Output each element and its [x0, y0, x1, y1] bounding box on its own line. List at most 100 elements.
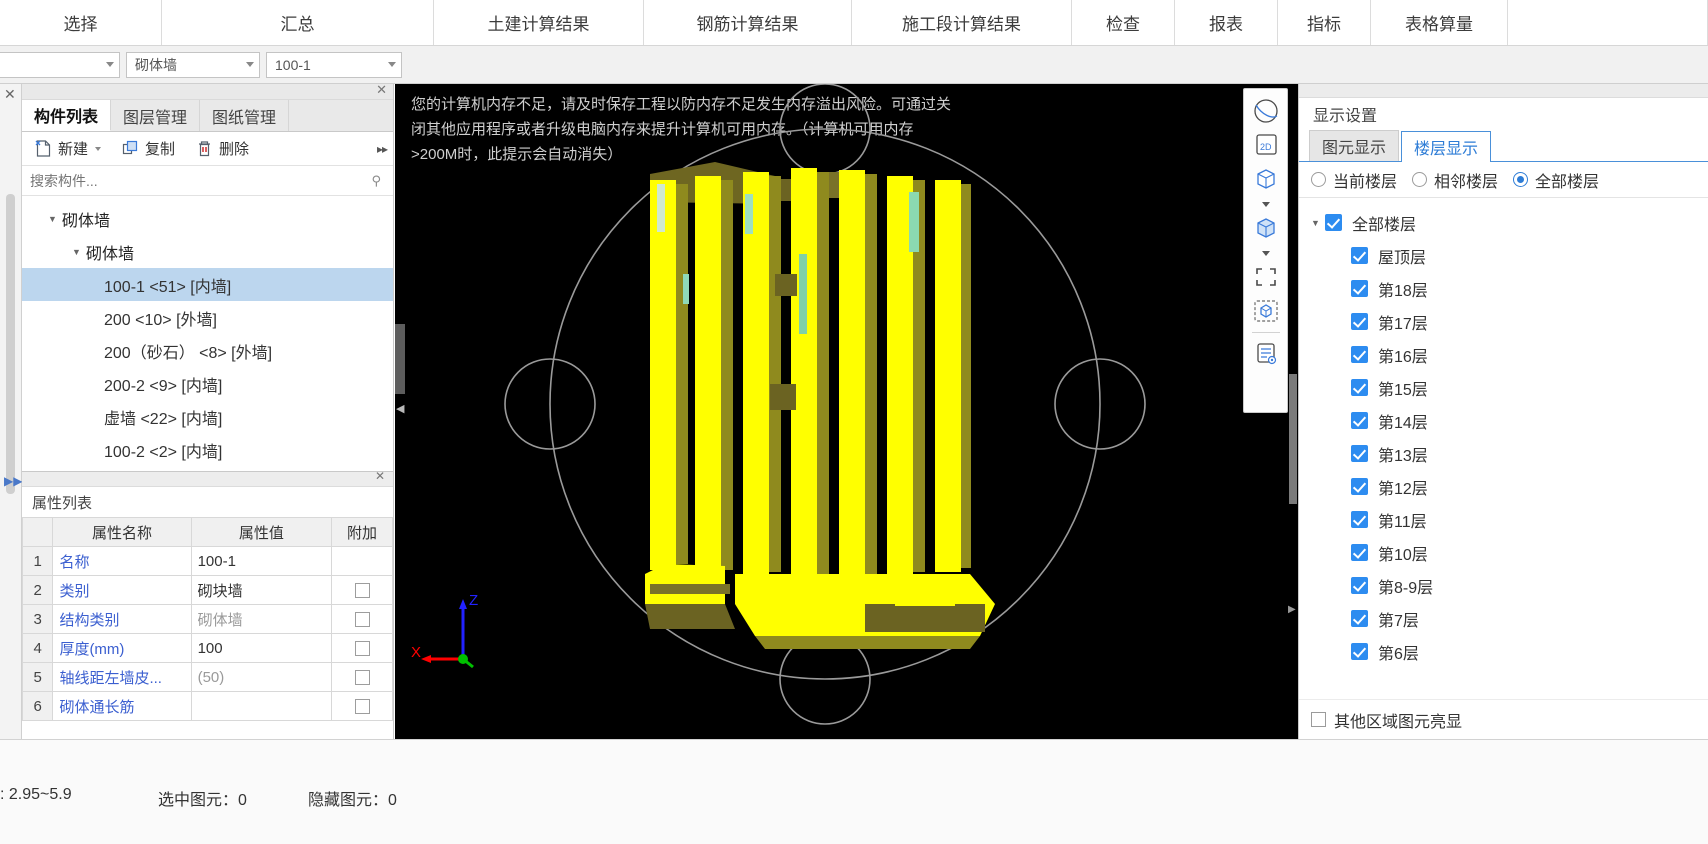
floor-row[interactable]: 屋顶层	[1299, 239, 1708, 272]
isolate-element-icon[interactable]	[1249, 295, 1283, 327]
radio-floor-scope-2[interactable]	[1412, 172, 1428, 187]
checkbox-floor[interactable]	[1351, 643, 1368, 660]
checkbox-highlight-other[interactable]	[1311, 712, 1326, 727]
tree-item[interactable]: 200（砂石） <8> [外墙]	[22, 334, 393, 367]
floor-row[interactable]: 第10层	[1299, 536, 1708, 569]
property-value[interactable]: 砌体墙	[190, 604, 333, 634]
ribbon-tab-6[interactable]: 检查	[1072, 0, 1175, 45]
tree-root-node[interactable]: ▼ 砌体墙	[22, 202, 393, 235]
property-attach-cell[interactable]	[331, 604, 393, 634]
orbit-icon[interactable]	[1249, 95, 1283, 127]
checkbox-floor[interactable]	[1351, 313, 1368, 330]
tree-item[interactable]: 200 <10> [外墙]	[22, 301, 393, 334]
chevron-down-icon[interactable]	[95, 146, 102, 151]
property-row[interactable]: 1 名称 100-1	[22, 546, 393, 576]
copy-component-button[interactable]: 复制	[117, 136, 179, 161]
floor-row[interactable]: 第16层	[1299, 338, 1708, 371]
chevron-down-icon-2[interactable]	[1249, 246, 1283, 259]
checkbox-attach[interactable]	[354, 699, 370, 715]
close-icon[interactable]: ✕	[376, 82, 387, 98]
property-attach-cell[interactable]	[331, 691, 393, 721]
chevron-down-icon[interactable]: ▼	[1311, 218, 1325, 228]
left-tab-3[interactable]: 图纸管理	[200, 100, 290, 131]
floor-row[interactable]: 第14层	[1299, 404, 1708, 437]
chevron-down-icon[interactable]	[1249, 197, 1283, 210]
ribbon-tab-1[interactable]: 选择	[0, 0, 162, 45]
display-tab-1[interactable]: 图元显示	[1309, 130, 1400, 161]
ribbon-tab-2[interactable]: 汇总	[162, 0, 434, 45]
ribbon-tab-10[interactable]	[1508, 0, 1708, 45]
toolbar-overflow-icon[interactable]: ▸▸	[377, 142, 388, 156]
viewport-left-scrollbar[interactable]	[395, 324, 405, 394]
view-3d-icon[interactable]	[1249, 163, 1283, 195]
chevron-down-icon[interactable]: ▼	[72, 247, 86, 257]
highlight-other-area-row[interactable]: 其他区域图元亮显	[1299, 699, 1708, 739]
checkbox-floor[interactable]	[1351, 412, 1368, 429]
chevron-down-icon[interactable]	[246, 62, 254, 67]
tree-item[interactable]: 100-1 <51> [内墙]	[22, 268, 393, 301]
property-row[interactable]: 4 厚度(mm) 100	[22, 633, 393, 663]
floor-root-row[interactable]: ▼ 全部楼层	[1299, 206, 1708, 239]
property-row[interactable]: 3 结构类别 砌体墙	[22, 604, 393, 634]
floor-row[interactable]: 第17层	[1299, 305, 1708, 338]
property-attach-cell[interactable]	[331, 546, 393, 576]
left-tab-2[interactable]: 图层管理	[111, 100, 201, 131]
ribbon-tab-9[interactable]: 表格算量	[1371, 0, 1508, 45]
delete-component-button[interactable]: 删除	[191, 136, 253, 161]
tree-item[interactable]: 100-2 <2> [内墙]	[22, 433, 393, 466]
checkbox-attach[interactable]	[354, 670, 370, 686]
collapse-left-icon[interactable]: ◀	[396, 402, 404, 415]
ribbon-tab-4[interactable]: 钢筋计算结果	[644, 0, 852, 45]
floor-row[interactable]: 第13层	[1299, 437, 1708, 470]
checkbox-attach[interactable]	[354, 583, 370, 599]
property-value[interactable]: (50)	[190, 662, 333, 692]
ribbon-tab-5[interactable]: 施工段计算结果	[852, 0, 1072, 45]
checkbox-floor[interactable]	[1351, 610, 1368, 627]
floor-row[interactable]: 第11层	[1299, 503, 1708, 536]
floor-row[interactable]: 第18层	[1299, 272, 1708, 305]
crop-region-icon[interactable]	[1249, 261, 1283, 293]
checkbox-floor[interactable]	[1351, 379, 1368, 396]
expand-right-icon[interactable]: ▶▶	[4, 474, 22, 488]
checkbox-floor[interactable]	[1351, 280, 1368, 297]
left-tab-1[interactable]: 构件列表	[22, 100, 112, 131]
ribbon-tab-3[interactable]: 土建计算结果	[434, 0, 644, 45]
radio-floor-scope-3[interactable]	[1513, 172, 1529, 187]
property-row[interactable]: 6 砌体通长筋	[22, 691, 393, 721]
checkbox-floor[interactable]	[1351, 247, 1368, 264]
chevron-down-icon[interactable]: ▼	[48, 214, 62, 224]
tree-item[interactable]: 虚墙 <22> [内墙]	[22, 400, 393, 433]
checkbox-attach[interactable]	[354, 612, 370, 628]
checkbox-floor[interactable]	[1351, 511, 1368, 528]
checkbox-floor[interactable]	[1351, 445, 1368, 462]
property-attach-cell[interactable]	[331, 575, 393, 605]
search-input[interactable]	[30, 172, 385, 189]
checkbox-attach[interactable]	[354, 641, 370, 657]
search-icon[interactable]: ⚲	[371, 173, 381, 189]
left-strip-scrollbar[interactable]	[6, 194, 15, 494]
solid-cube-icon[interactable]	[1249, 212, 1283, 244]
chevron-down-icon[interactable]	[106, 62, 114, 67]
floor-row[interactable]: 第6层	[1299, 635, 1708, 668]
right-strip-scrollbar[interactable]	[1289, 374, 1297, 504]
property-value[interactable]: 100	[190, 633, 333, 663]
selector-combo-3[interactable]: 100-1	[266, 51, 402, 78]
tree-group-node[interactable]: ▼ 砌体墙	[22, 235, 393, 268]
model-viewport-3d[interactable]: 您的计算机内存不足，请及时保存工程以防内存不足发生内存溢出风险。可通过关闭其他应…	[395, 84, 1288, 739]
display-settings-icon[interactable]	[1249, 338, 1283, 370]
property-row[interactable]: 5 轴线距左墙皮... (50)	[22, 662, 393, 692]
new-component-button[interactable]: 新建	[30, 136, 105, 161]
view-2d-icon[interactable]: 2D	[1249, 129, 1283, 161]
selector-combo-2[interactable]: 砌体墙	[126, 51, 260, 78]
ribbon-tab-8[interactable]: 指标	[1278, 0, 1371, 45]
checkbox-all-floors[interactable]	[1325, 214, 1342, 231]
close-icon[interactable]: ✕	[4, 86, 16, 103]
checkbox-floor[interactable]	[1351, 577, 1368, 594]
property-value[interactable]: 砌块墙	[190, 575, 333, 605]
close-icon[interactable]: ✕	[375, 469, 385, 483]
floor-row[interactable]: 第8-9层	[1299, 569, 1708, 602]
property-value[interactable]	[190, 691, 333, 721]
property-value[interactable]: 100-1	[190, 546, 333, 576]
chevron-down-icon[interactable]	[388, 62, 396, 67]
checkbox-floor[interactable]	[1351, 478, 1368, 495]
